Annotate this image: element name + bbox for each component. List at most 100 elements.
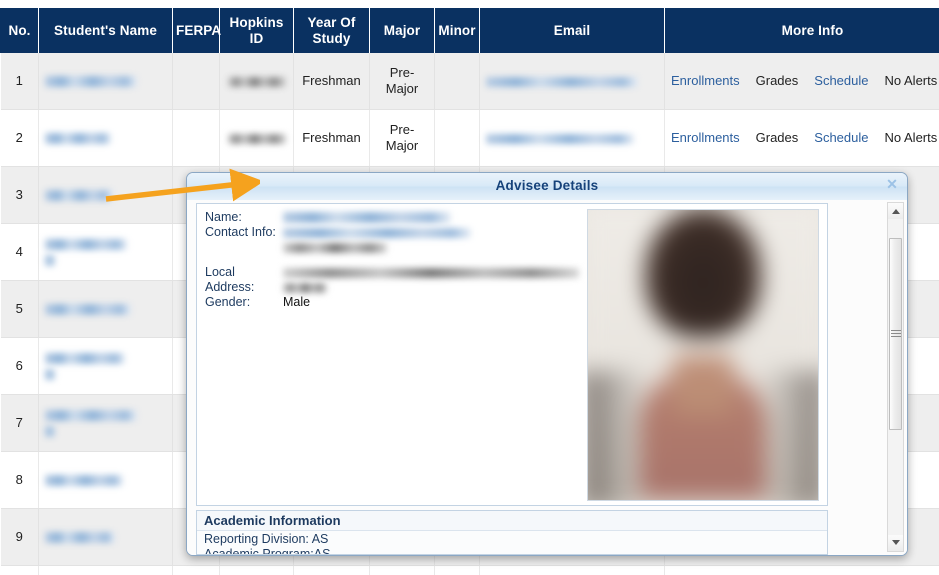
more-info-schedule[interactable]: Schedule xyxy=(814,130,868,145)
redacted-phone xyxy=(283,242,387,253)
table-header-row: No. Student's Name FERPA Hopkins ID Year… xyxy=(0,8,939,53)
more-info-grades: Grades xyxy=(755,73,799,89)
dialog-title: Advisee Details xyxy=(495,178,599,193)
cell-major: Pre-Major xyxy=(369,53,435,110)
detail-label-spacer xyxy=(205,240,283,255)
redacted-student-name-2 xyxy=(45,369,55,381)
redacted-student-name xyxy=(45,239,127,251)
cell-email[interactable] xyxy=(479,109,665,167)
detail-row-contact-phone xyxy=(205,240,585,255)
detail-label-contact-info: Contact Info: xyxy=(205,225,276,239)
details-grid: Name: Contact Info: Local Address: Gende… xyxy=(205,210,585,310)
redacted-student-name-2 xyxy=(45,255,55,267)
redacted-hopkins-id xyxy=(227,133,286,144)
detail-row-local-address: Local Address: xyxy=(205,265,585,295)
redacted-student-name xyxy=(45,190,113,202)
cell-student-name[interactable] xyxy=(38,223,173,281)
cell-minor xyxy=(434,565,480,575)
detail-row-name: Name: xyxy=(205,210,585,225)
cell-year-of-study: Freshman xyxy=(293,565,370,575)
more-info-schedule[interactable]: Schedule xyxy=(814,73,868,88)
detail-label-name: Name: xyxy=(205,210,242,224)
cell-student-name[interactable] xyxy=(38,53,173,110)
scroll-down-arrow-icon[interactable] xyxy=(888,535,903,551)
cell-email[interactable] xyxy=(479,53,665,110)
dialog-titlebar[interactable]: Advisee Details ✕ xyxy=(187,173,907,201)
close-icon[interactable]: ✕ xyxy=(884,176,900,192)
redacted-student-name xyxy=(45,475,123,487)
detail-value-contact-phone xyxy=(283,240,585,255)
cell-minor xyxy=(434,109,480,167)
cell-no: 5 xyxy=(0,280,39,338)
academic-line-academic-program: Academic Program:AS xyxy=(204,547,331,555)
redacted-contact-email xyxy=(283,227,471,238)
redacted-address-line2 xyxy=(283,282,327,293)
redacted-email xyxy=(486,133,634,144)
cell-no: 1 xyxy=(0,53,39,110)
redacted-student-name xyxy=(45,133,111,145)
column-header-minor[interactable]: Minor xyxy=(434,8,480,53)
table-header: No. Student's Name FERPA Hopkins ID Year… xyxy=(0,8,939,53)
detail-row-gender: Gender: Male xyxy=(205,295,585,310)
more-info-no-alerts: No Alerts xyxy=(884,130,938,146)
cell-no: 6 xyxy=(0,337,39,395)
column-header-major[interactable]: Major xyxy=(369,8,435,53)
column-header-more-info[interactable]: More Info xyxy=(664,8,939,53)
detail-value-local-address xyxy=(283,265,585,295)
scroll-up-arrow-icon[interactable] xyxy=(888,203,903,219)
cell-major: Pre- xyxy=(369,565,435,575)
cell-student-name[interactable] xyxy=(38,451,173,509)
cell-student-name[interactable] xyxy=(38,337,173,395)
detail-value-gender: Male xyxy=(283,295,311,309)
dialog-scrollbar[interactable] xyxy=(887,202,904,552)
cell-more-info: Enrollments Grades Schedule No Alerts xyxy=(664,53,939,110)
cell-email[interactable]: marchar1@jhu.edu.jhu.test xyxy=(479,565,665,575)
more-info-no-alerts: No Alerts xyxy=(884,73,938,89)
column-header-ferpa[interactable]: FERPA xyxy=(172,8,221,53)
personal-info-panel: Name: Contact Info: Local Address: Gende… xyxy=(196,203,828,506)
column-header-name[interactable]: Student's Name xyxy=(38,8,173,53)
academic-information-panel: Academic Information Reporting Division:… xyxy=(196,510,828,555)
more-info-enrollments[interactable]: Enrollments xyxy=(671,130,740,145)
cell-student-name[interactable] xyxy=(38,565,173,575)
detail-value-contact-info xyxy=(283,225,585,240)
cell-student-name[interactable] xyxy=(38,280,173,338)
cell-hopkins-id xyxy=(219,565,294,575)
redacted-email xyxy=(486,76,638,87)
column-header-no[interactable]: No. xyxy=(0,8,39,53)
academic-line-reporting-division: Reporting Division: AS xyxy=(204,532,329,546)
column-header-hopkins-id[interactable]: Hopkins ID xyxy=(219,8,294,53)
cell-major: Pre-Major xyxy=(369,109,435,167)
redacted-student-name xyxy=(45,410,137,422)
student-photo-image xyxy=(588,210,818,500)
cell-student-name[interactable] xyxy=(38,109,173,167)
cell-student-name[interactable] xyxy=(38,394,173,452)
column-header-year-of-study[interactable]: Year Of Study xyxy=(293,8,370,53)
dialog-body: Name: Contact Info: Local Address: Gende… xyxy=(187,200,907,555)
table-row[interactable]: 2 Freshman Pre-Major Enrollments Grades Sched… xyxy=(0,109,939,167)
detail-row-contact-info: Contact Info: xyxy=(205,225,585,240)
student-photo xyxy=(587,209,819,501)
detail-row-gap xyxy=(205,255,585,265)
table-row[interactable]: 1 Freshman Pre-Major Enrollments Grades Sched… xyxy=(0,53,939,110)
academic-information-title: Academic Information xyxy=(197,511,827,531)
table-row[interactable]: 10 FreshmanPre-marchar1@jhu.edu.jhu.testE… xyxy=(0,565,939,575)
cell-more-info: EnrollmentsGradesScheduleNo Alerts xyxy=(664,565,939,575)
cell-year-of-study: Freshman xyxy=(293,109,370,167)
scrollbar-thumb[interactable] xyxy=(889,238,902,430)
cell-no: 4 xyxy=(0,223,39,281)
more-info-grades: Grades xyxy=(755,130,799,146)
redacted-student-name xyxy=(45,353,125,365)
cell-student-name[interactable] xyxy=(38,166,173,224)
redacted-student-name xyxy=(45,304,131,316)
column-header-email[interactable]: Email xyxy=(479,8,665,53)
cell-no: 2 xyxy=(0,109,39,167)
cell-hopkins-id xyxy=(219,53,294,110)
detail-label-gender: Gender: xyxy=(205,295,251,309)
cell-no: 3 xyxy=(0,166,39,224)
more-info-enrollments[interactable]: Enrollments xyxy=(671,73,740,88)
cell-year-of-study: Freshman xyxy=(293,53,370,110)
redacted-student-name-2 xyxy=(45,426,55,438)
cell-student-name[interactable] xyxy=(38,508,173,566)
cell-ferpa xyxy=(172,53,220,110)
